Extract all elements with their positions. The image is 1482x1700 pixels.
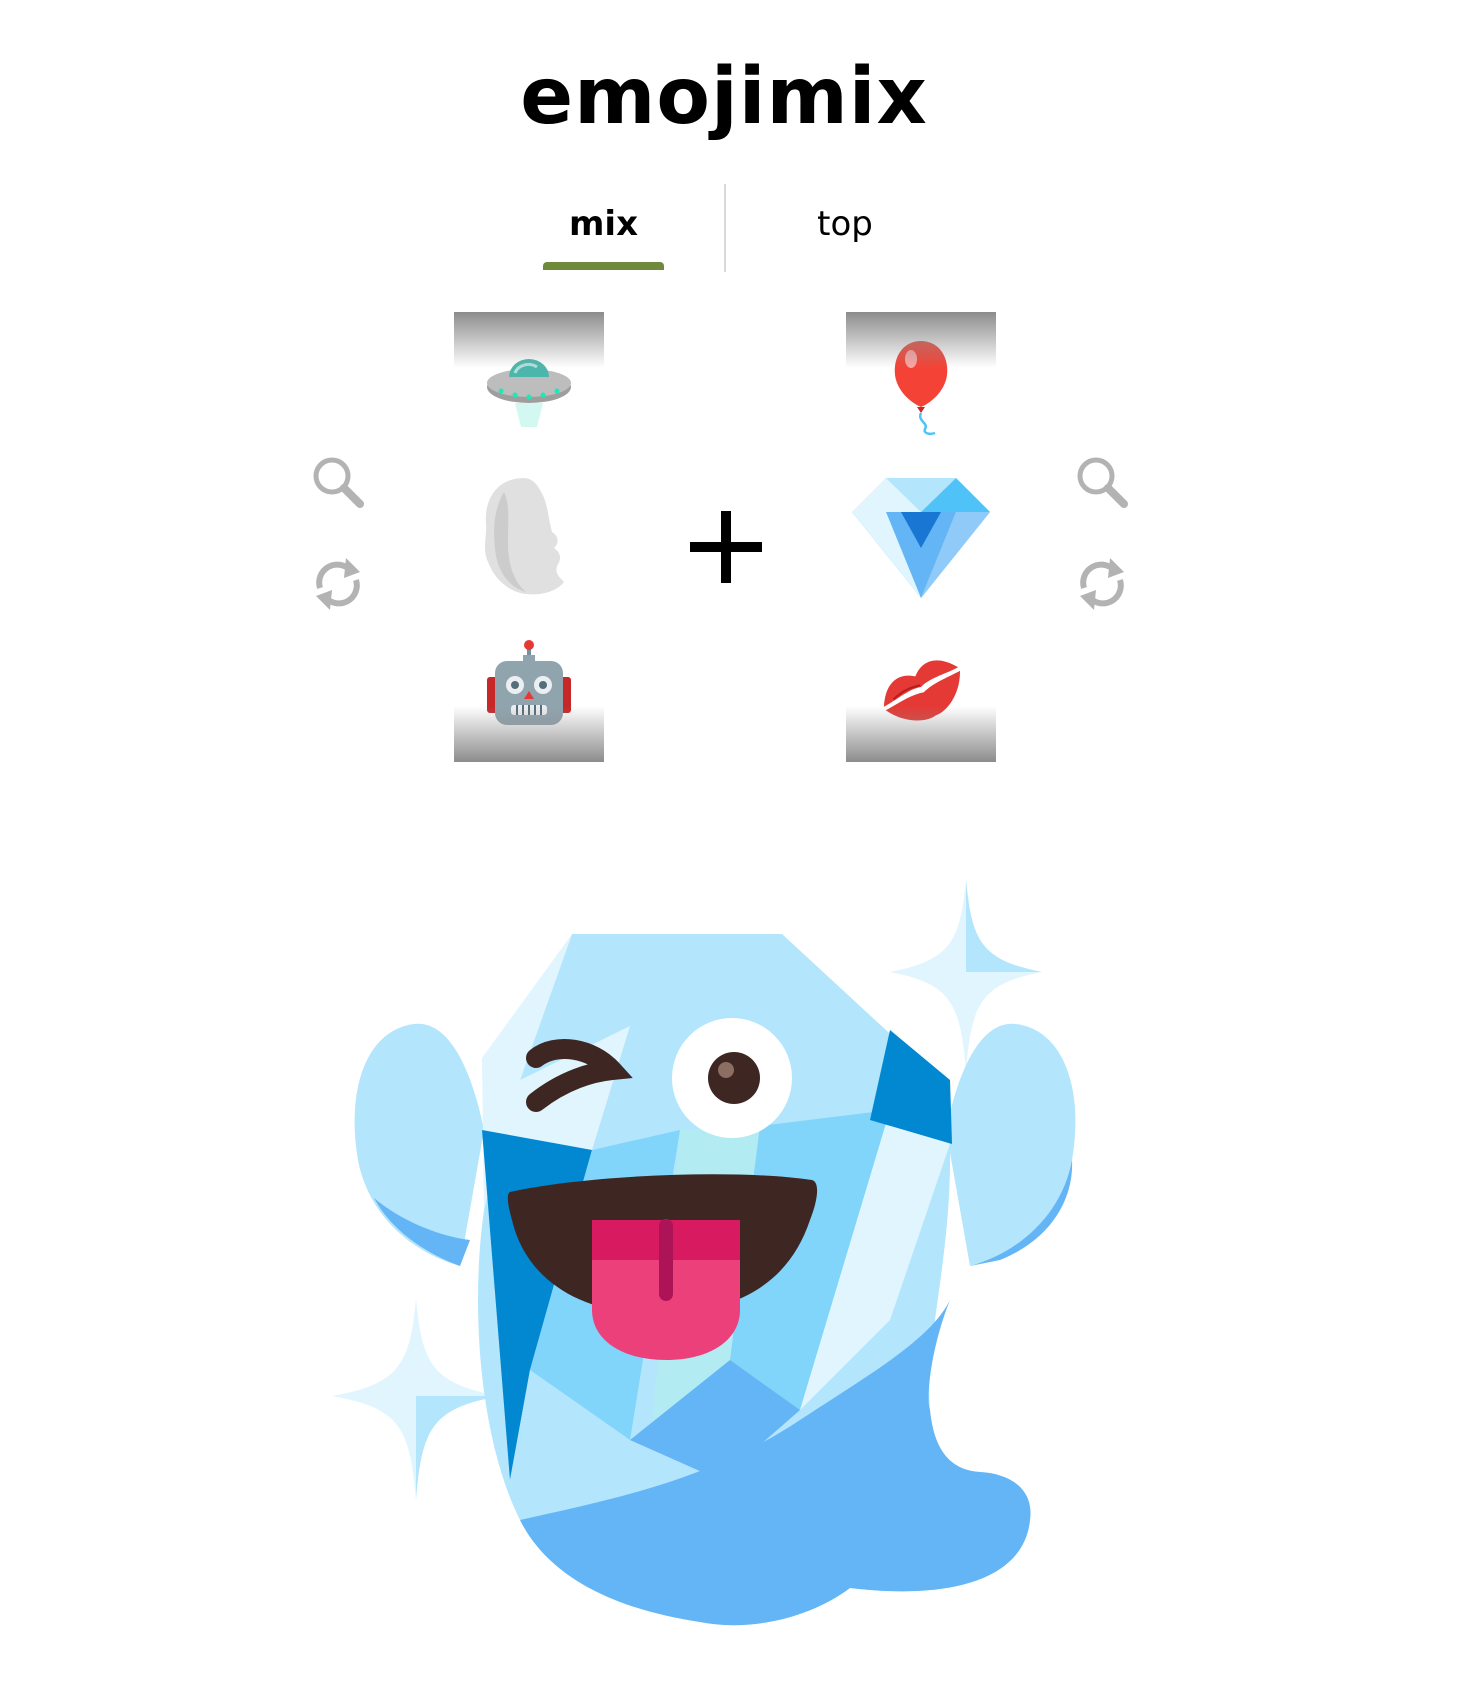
kiss-mark-icon (883, 660, 960, 721)
left-emoji-reel[interactable] (454, 312, 604, 762)
balloon-icon (894, 341, 948, 436)
robot-icon (487, 640, 571, 725)
reel-item-silhouette-head[interactable] (454, 462, 604, 612)
silhouette-head-icon (484, 478, 564, 595)
left-search-button[interactable] (306, 450, 370, 514)
reel-item-flying-saucer[interactable] (454, 312, 604, 462)
reel-item-gem-stone[interactable] (846, 462, 996, 612)
tab-top[interactable]: top (780, 180, 910, 270)
refresh-icon (1080, 558, 1124, 610)
reel-item-balloon[interactable] (846, 312, 996, 462)
tab-divider (724, 184, 726, 272)
reel-item-kiss-mark[interactable] (846, 612, 996, 762)
refresh-icon (316, 558, 360, 610)
tab-top-label: top (817, 204, 873, 244)
app-title: emojimix (520, 52, 928, 142)
gem-stone-icon (852, 478, 990, 598)
tab-mix[interactable]: mix (543, 180, 664, 270)
tab-bar: mix top (0, 180, 1448, 272)
reel-item-robot[interactable] (454, 612, 604, 762)
magnifier-icon (313, 457, 364, 508)
left-shuffle-button[interactable] (306, 552, 370, 616)
tab-mix-label: mix (568, 204, 638, 244)
plus-icon (690, 511, 762, 583)
result-emoji[interactable] (330, 880, 1100, 1640)
right-search-button[interactable] (1070, 450, 1134, 514)
right-shuffle-button[interactable] (1070, 552, 1134, 616)
right-emoji-reel[interactable] (846, 312, 996, 762)
magnifier-icon (1077, 457, 1128, 508)
active-tab-indicator (543, 262, 664, 270)
flying-saucer-icon (487, 359, 571, 427)
